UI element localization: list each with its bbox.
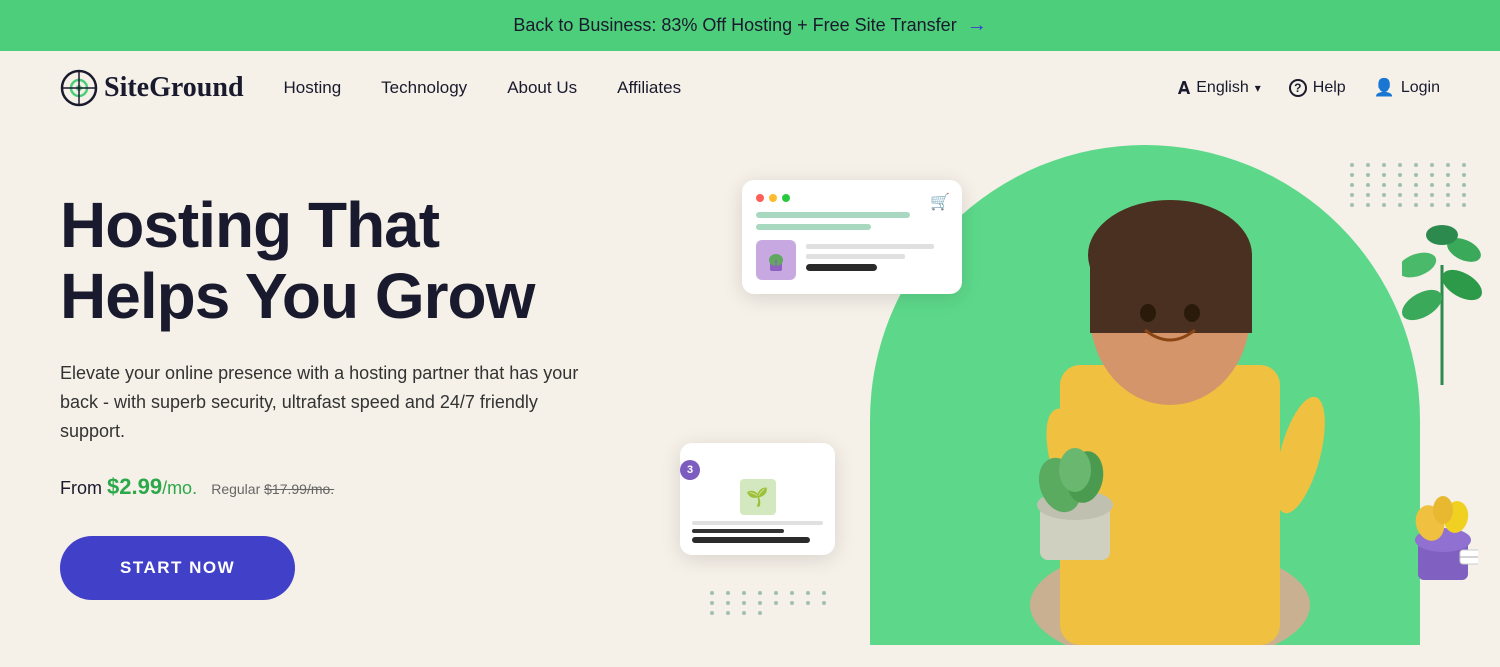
hero-title: Hosting That Helps You Grow	[60, 190, 580, 331]
price-prefix: From	[60, 478, 107, 498]
user-icon: 👤	[1374, 78, 1395, 98]
language-selector[interactable]: 𝐀 English ▾	[1178, 78, 1261, 99]
nav-link-about-us[interactable]: About Us	[507, 78, 577, 98]
product-details	[806, 244, 948, 276]
nav-right: 𝐀 English ▾ ? Help 👤 Login	[1178, 78, 1440, 99]
browser-line	[756, 212, 910, 218]
dots-pattern-bottom	[710, 591, 832, 615]
banner-text: Back to Business: 83% Off Hosting + Free…	[513, 15, 956, 36]
browser-dots	[756, 194, 948, 202]
logo[interactable]: SiteGround	[60, 69, 244, 107]
logo-icon	[60, 69, 98, 107]
hero-visual: 🛒	[680, 125, 1500, 645]
chevron-down-icon: ▾	[1255, 81, 1261, 95]
main-nav: SiteGround Hosting Technology About Us A…	[0, 51, 1500, 125]
hero-person-image	[960, 125, 1380, 645]
original-price: $17.99/mo.	[264, 481, 334, 497]
help-label: Help	[1313, 79, 1346, 97]
nav-links: Hosting Technology About Us Affiliates	[284, 78, 1178, 98]
login-link[interactable]: 👤 Login	[1374, 78, 1440, 98]
logo-wordmark: SiteGround	[104, 72, 244, 104]
browser-content	[756, 240, 948, 280]
card-button	[692, 537, 810, 543]
notification-badge: 3	[680, 460, 700, 480]
person-svg	[970, 145, 1370, 645]
decorative-plant-right	[1402, 205, 1482, 390]
cart-icon: 🛒	[930, 192, 950, 212]
purple-pot-decoration	[1408, 495, 1478, 590]
price-regular: Regular $17.99/mo.	[211, 481, 334, 497]
hero-content: Hosting That Helps You Grow Elevate your…	[60, 190, 580, 599]
hero-section: Hosting That Helps You Grow Elevate your…	[0, 125, 1500, 645]
help-icon: ?	[1289, 79, 1307, 97]
card-line	[692, 521, 823, 525]
plant-icon	[762, 246, 790, 274]
small-product-card: 3 🌱	[680, 443, 835, 555]
login-label: Login	[1401, 79, 1440, 97]
banner-arrow: →	[967, 14, 987, 37]
language-label: English	[1196, 79, 1248, 97]
browser-mockup-card: 🛒	[742, 180, 962, 294]
purple-pot-icon	[1408, 495, 1478, 585]
card-line-dark	[692, 529, 784, 533]
tall-plant-icon	[1402, 205, 1482, 385]
nav-link-affiliates[interactable]: Affiliates	[617, 78, 681, 98]
promo-banner[interactable]: Back to Business: 83% Off Hosting + Free…	[0, 0, 1500, 51]
hero-pricing: From $2.99/mo. Regular $17.99/mo.	[60, 474, 580, 500]
product-image	[756, 240, 796, 280]
small-plant-icon: 🌱	[740, 479, 776, 515]
nav-link-hosting[interactable]: Hosting	[284, 78, 342, 98]
translate-icon: 𝐀	[1178, 78, 1191, 99]
browser-line	[756, 224, 871, 230]
start-now-button[interactable]: START NOW	[60, 536, 295, 600]
hero-subtitle: Elevate your online presence with a host…	[60, 359, 580, 445]
price-value: $2.99/mo.	[107, 474, 203, 499]
help-link[interactable]: ? Help	[1289, 79, 1346, 97]
nav-link-technology[interactable]: Technology	[381, 78, 467, 98]
